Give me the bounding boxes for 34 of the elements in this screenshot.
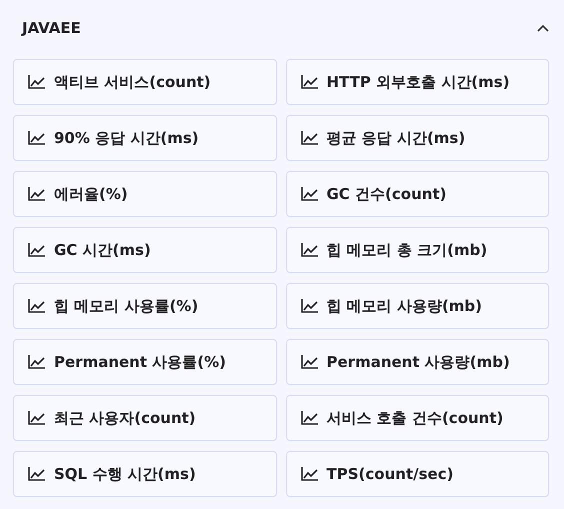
metric-button[interactable]: Permanent 사용량(mb) xyxy=(286,339,549,385)
section-title: JAVAEE xyxy=(22,19,81,37)
metric-button[interactable]: 최근 사용자(count) xyxy=(13,395,276,441)
metric-button[interactable]: GC 건수(count) xyxy=(286,171,549,217)
line-chart-icon xyxy=(28,131,46,145)
line-chart-icon xyxy=(300,299,318,313)
metric-button[interactable]: HTTP 외부호출 시간(ms) xyxy=(286,59,549,105)
line-chart-icon xyxy=(300,75,318,89)
metric-button[interactable]: GC 시간(ms) xyxy=(13,227,276,273)
metric-button[interactable]: 액티브 서비스(count) xyxy=(13,59,276,105)
metric-button[interactable]: 90% 응답 시간(ms) xyxy=(13,115,276,161)
line-chart-icon xyxy=(28,299,46,313)
line-chart-icon xyxy=(28,243,46,257)
metric-button[interactable]: 힙 메모리 사용량(mb) xyxy=(286,283,549,329)
metric-button[interactable]: 에러율(%) xyxy=(13,171,276,217)
metric-button[interactable]: 힙 메모리 사용률(%) xyxy=(13,283,276,329)
chevron-icon[interactable] xyxy=(537,24,549,32)
metric-button[interactable]: 서비스 호출 건수(count) xyxy=(286,395,549,441)
line-chart-icon xyxy=(300,467,318,481)
line-chart-icon xyxy=(300,187,318,201)
line-chart-icon xyxy=(28,411,46,425)
metric-button[interactable]: SQL 수행 시간(ms) xyxy=(13,451,276,497)
metric-button[interactable]: TPS(count/sec) xyxy=(286,451,549,497)
line-chart-icon xyxy=(300,243,318,257)
line-chart-icon xyxy=(300,411,318,425)
line-chart-icon xyxy=(28,187,46,201)
line-chart-icon xyxy=(28,355,46,369)
metric-button[interactable]: 힙 메모리 총 크기(mb) xyxy=(286,227,549,273)
line-chart-icon xyxy=(28,75,46,89)
line-chart-icon xyxy=(300,131,318,145)
metric-button[interactable]: 평균 응답 시간(ms) xyxy=(286,115,549,161)
line-chart-icon xyxy=(300,355,318,369)
metric-button[interactable]: Permanent 사용률(%) xyxy=(13,339,276,385)
line-chart-icon xyxy=(28,467,46,481)
